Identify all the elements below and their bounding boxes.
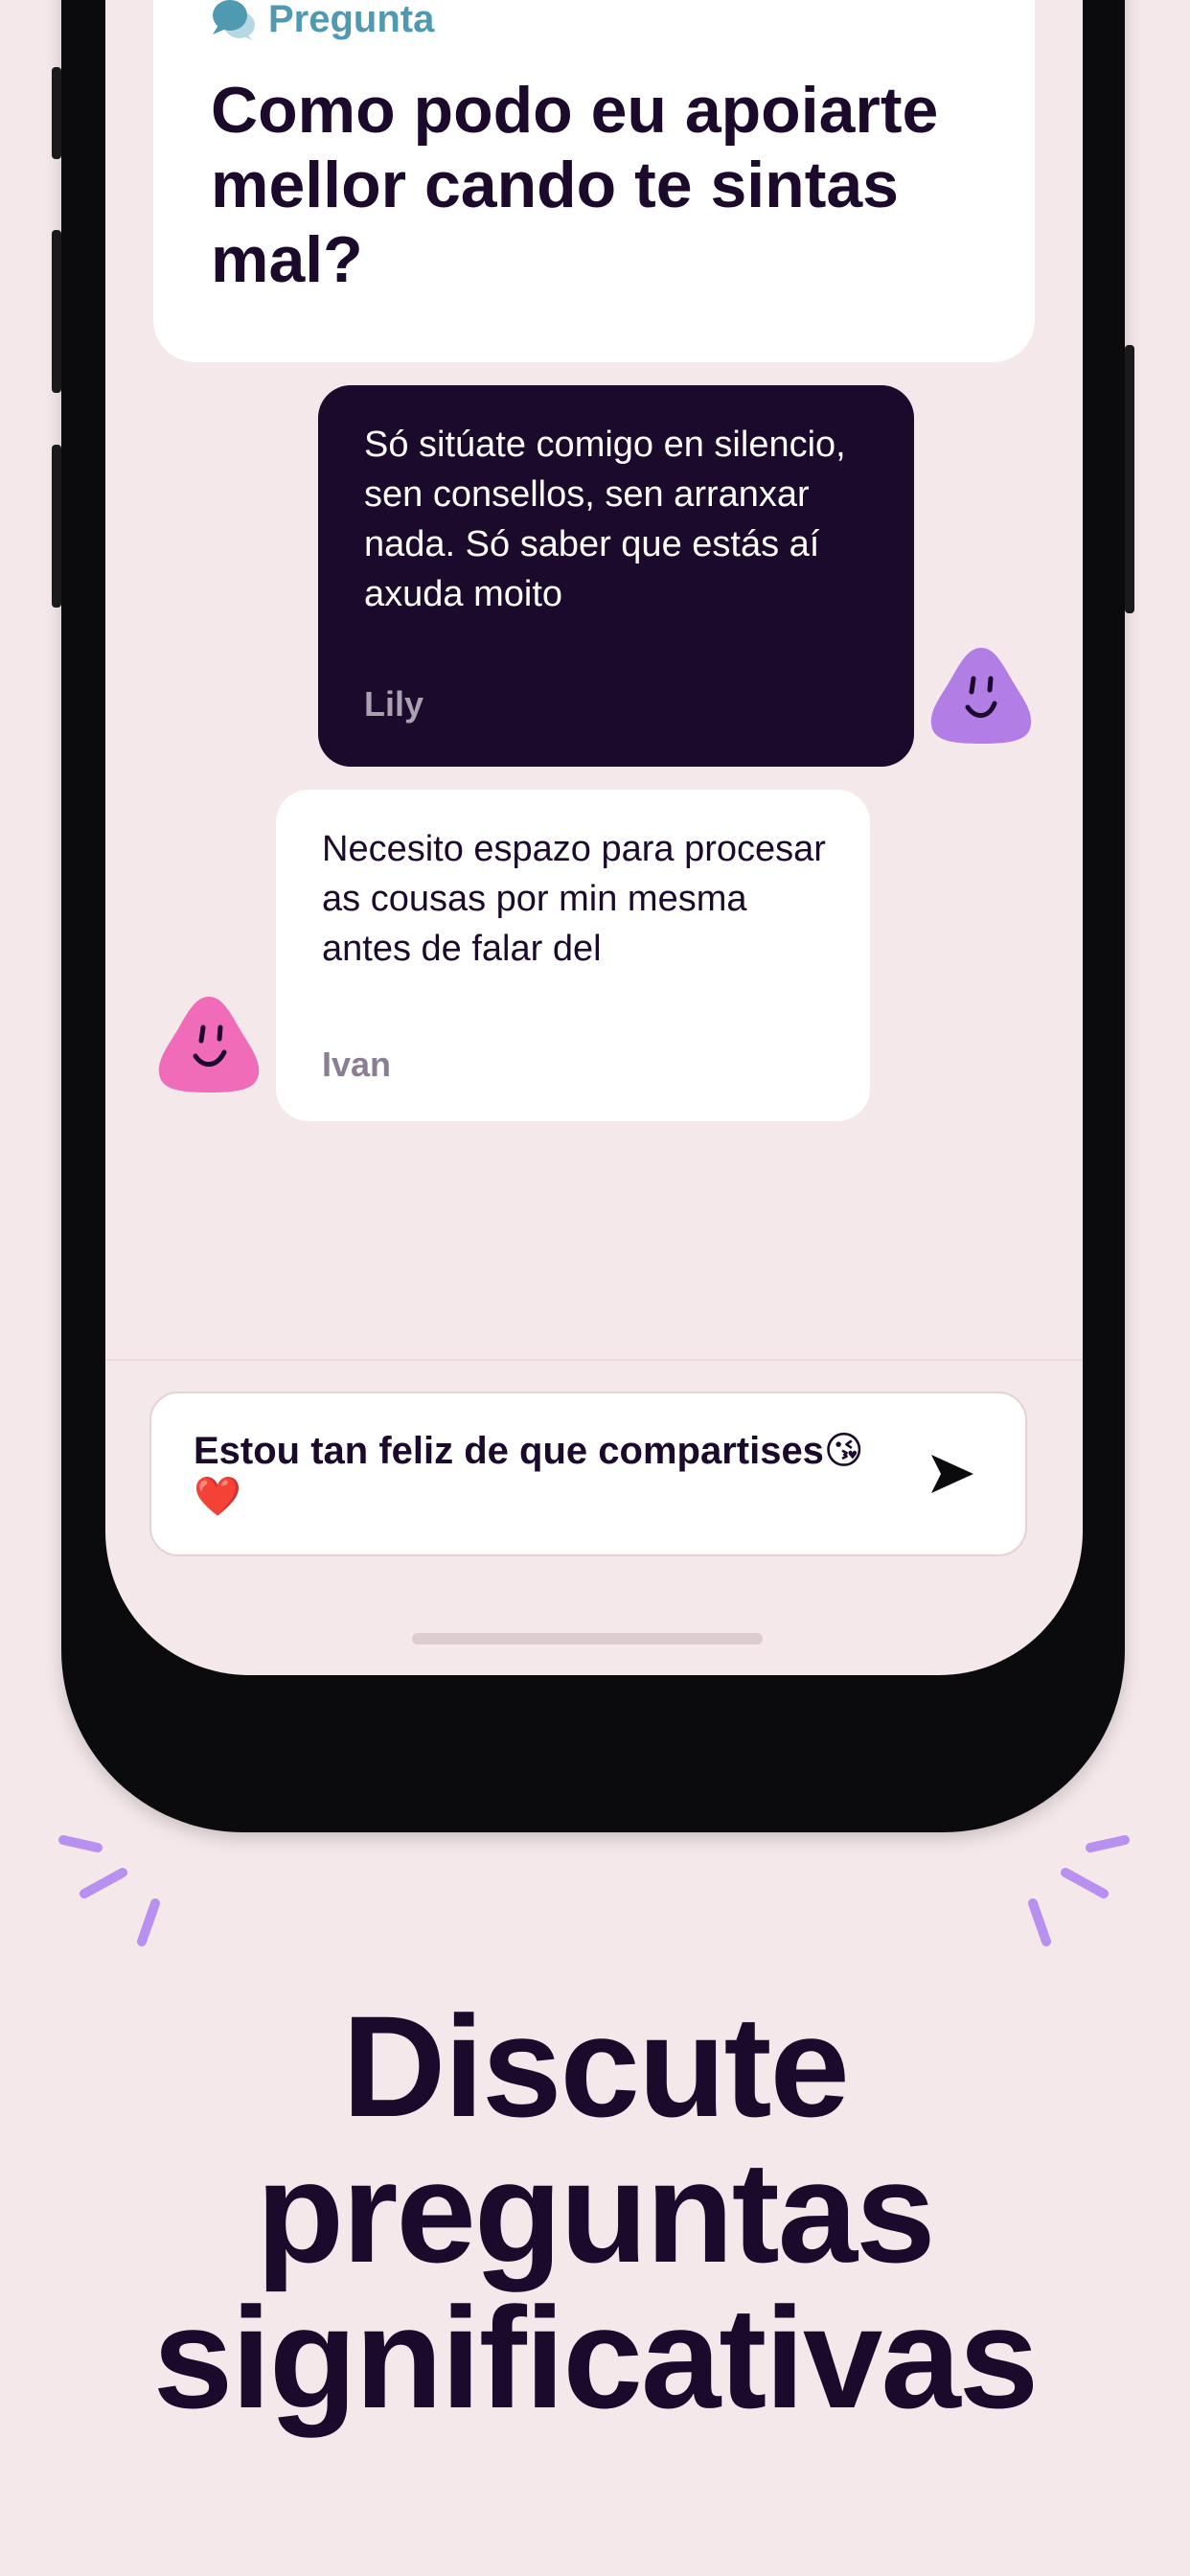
- message-bubble-lily: Só sitúate comigo en silencio, sen conse…: [318, 385, 914, 767]
- send-icon[interactable]: [929, 1453, 975, 1495]
- headline-line: Discute: [342, 1986, 850, 2147]
- message-input-value[interactable]: Estou tan feliz de que compartises😘❤️: [194, 1428, 883, 1520]
- composer-divider: [105, 1359, 1083, 1361]
- phone-screen: Pregunta Como podo eu apoiarte mellor ca…: [105, 0, 1083, 1675]
- question-label: Pregunta: [268, 0, 435, 40]
- avatar-ivan-icon: [158, 997, 260, 1092]
- phone-volume-up-button: [52, 230, 61, 393]
- question-header: Pregunta: [211, 0, 434, 42]
- message-author: Lily: [364, 684, 424, 724]
- home-indicator[interactable]: [412, 1633, 763, 1644]
- phone-power-button: [1125, 345, 1134, 613]
- headline-line: preguntas: [256, 2131, 935, 2292]
- phone-side-button: [52, 67, 61, 159]
- message-bubble-ivan: Necesito espazo para procesar as cousas …: [276, 790, 870, 1121]
- headline: Discute preguntas significativas: [0, 1993, 1190, 2430]
- message-text: Necesito espazo para procesar as cousas …: [322, 829, 826, 969]
- sparkle-left-icon: [58, 1835, 160, 1946]
- message-author: Ivan: [322, 1045, 392, 1084]
- speech-bubbles-icon: [213, 0, 255, 40]
- phone-volume-down-button: [52, 445, 61, 608]
- headline-line: significativas: [152, 2277, 1039, 2438]
- avatar-lily-icon: [930, 648, 1032, 744]
- sparkle-right-icon: [1028, 1835, 1130, 1946]
- question-card: Pregunta Como podo eu apoiarte mellor ca…: [153, 0, 1035, 362]
- phone-frame: Pregunta Como podo eu apoiarte mellor ca…: [52, 0, 1134, 1832]
- question-text: Como podo eu apoiarte mellor cando te si…: [211, 74, 939, 296]
- message-text: Só sitúate comigo en silencio, sen conse…: [364, 425, 846, 614]
- message-input[interactable]: Estou tan feliz de que compartises😘❤️: [149, 1392, 1027, 1556]
